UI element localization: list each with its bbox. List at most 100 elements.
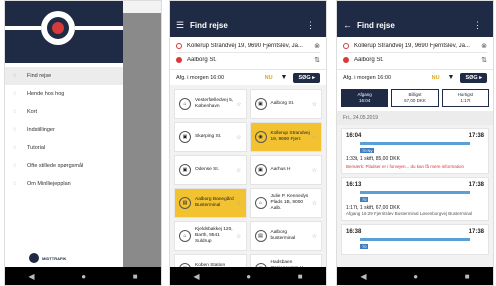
menu-item-label: Kort xyxy=(27,109,38,115)
from-field[interactable]: Kollerup Strandvej 19, 9690 Fjerritslev,… xyxy=(343,39,487,53)
search-button[interactable]: SØG ▸ xyxy=(460,72,487,83)
clear-icon[interactable]: ⊗ xyxy=(481,42,487,50)
search-options: Afg. i morgen 16:00 NU ▼ SØG ▸ xyxy=(170,69,326,85)
menu-item-recent[interactable]: ◌ Hende hos hog xyxy=(5,85,123,103)
recent-apps-icon[interactable]: ■ xyxy=(133,272,138,281)
menu-item-label: Find rejse xyxy=(27,73,52,79)
from-value: Kollerup Strandvej 19, 9690 Fjerritslev,… xyxy=(354,42,470,49)
to-field[interactable]: Aalborg St. ⇅ xyxy=(343,53,487,67)
favorite-tile[interactable]: ▣ Aarhus H ☆ xyxy=(249,155,322,185)
clear-icon[interactable]: ⊗ xyxy=(314,42,320,50)
arrival-time: 17:38 xyxy=(468,182,484,188)
filter-icon[interactable]: ▼ xyxy=(281,74,288,81)
to-value: Aalborg St. xyxy=(354,57,384,63)
home-icon[interactable]: ● xyxy=(81,272,86,281)
favorite-label: Skørping St. xyxy=(195,134,222,139)
trip-card[interactable]: 16:13 17:38 70 1:17t, 1 skift, 67,00 DKK Afg… xyxy=(341,177,489,221)
bus-icon: ▤ xyxy=(179,197,191,209)
trip-timeline-bar xyxy=(360,191,470,194)
home-icon[interactable]: ● xyxy=(246,272,251,281)
back-icon[interactable]: ◀ xyxy=(193,272,199,281)
now-button[interactable]: NU xyxy=(432,75,440,81)
menu-item-faq[interactable]: ◌ Ofte stillede spørgsmål xyxy=(5,157,123,175)
brand-footer: MIDTTRAFIK xyxy=(29,253,66,263)
app-bar: ☰ Find rejse ⋮ xyxy=(170,13,326,37)
back-arrow-icon[interactable]: ← xyxy=(343,20,357,30)
recent-apps-icon[interactable]: ■ xyxy=(298,272,303,281)
pin-icon: ◉ xyxy=(254,131,267,143)
back-icon[interactable]: ◀ xyxy=(28,272,34,281)
star-icon[interactable]: ☆ xyxy=(236,233,241,240)
favorite-label: Aalborg Banegård Busterminal xyxy=(195,197,234,208)
swap-icon[interactable]: ⇅ xyxy=(314,56,320,64)
swap-icon[interactable]: ⇅ xyxy=(481,56,487,64)
trip-timeline-bar xyxy=(360,238,470,241)
favorite-tile[interactable]: ◉ Kollerup Strandvej 19, 9690 Fjerr. ☆ xyxy=(249,122,322,152)
android-navbar: ◀ ● ■ xyxy=(170,267,326,285)
favorite-tile[interactable]: ⌂ Vesterfælledvej 5, København ☆ xyxy=(174,89,247,119)
search-button[interactable]: SØG ▸ xyxy=(293,72,320,83)
menu-item-tutorial[interactable]: ◌ Tutorial xyxy=(5,139,123,157)
star-icon[interactable]: ☆ xyxy=(312,134,317,141)
to-field[interactable]: Aalborg St. ⇅ xyxy=(176,53,320,67)
trip-timeline-bar xyxy=(360,142,470,145)
back-icon[interactable]: ◀ xyxy=(360,272,366,281)
tab-fastest[interactable]: Hurtigst 1:17t xyxy=(441,89,489,107)
favorite-tile[interactable]: ▣ Aalborg St. ☆ xyxy=(249,89,322,119)
tab-cheapest[interactable]: Billigst 67,00 DKK xyxy=(391,89,439,107)
favorites-grid: ⌂ Vesterfælledvej 5, København ☆ ▣ Aalborg S… xyxy=(170,85,326,285)
trip-notice[interactable]: Bemærk: Pladser er i forvejen... du kan … xyxy=(346,164,484,169)
menu-item-find-rejse[interactable]: ◌ Find rejse xyxy=(5,67,123,85)
bus-icon: ▤ xyxy=(254,230,267,242)
destination-icon xyxy=(176,57,182,63)
departure-time: 16:04 xyxy=(346,133,362,139)
status-bar xyxy=(337,1,493,13)
menu-item-about[interactable]: ◌ Om Minlliejepplan xyxy=(5,175,123,193)
star-icon[interactable]: ☆ xyxy=(312,101,317,108)
favorite-tile[interactable]: ⌂ Julie P. Kennedys Plads 1B, 9000 Aalb. ☆ xyxy=(249,188,322,218)
star-icon[interactable]: ☆ xyxy=(236,200,241,207)
star-icon[interactable]: ☆ xyxy=(236,134,241,141)
home-icon[interactable]: ● xyxy=(413,272,418,281)
favorite-tile[interactable]: ⌂ Kjeldsbakkej 120, Barth, 9541 Suldrup ☆ xyxy=(174,221,247,251)
more-icon[interactable]: ⋮ xyxy=(473,20,487,31)
filter-icon[interactable]: ▼ xyxy=(448,74,455,81)
app-bar: ← Find rejse ⋮ xyxy=(337,13,493,37)
time-selector[interactable]: Afg. i morgen 16:00 xyxy=(343,75,432,81)
menu-item-settings[interactable]: ◌ Indstillinger xyxy=(5,121,123,139)
logo-stripe-left xyxy=(5,26,41,30)
trip-card[interactable]: 16:04 17:38 70 Ny 1:33t, 1 skift, 85,00 DKK… xyxy=(341,128,489,174)
favorite-label: Kjeldsbakkej 120, Barth, 9541 Suldrup xyxy=(195,227,233,244)
question-icon: ◌ xyxy=(13,163,17,169)
tab-departure[interactable]: Afgang 16:04 xyxy=(341,89,389,107)
brand-name: MIDTTRAFIK xyxy=(42,255,67,261)
from-field[interactable]: Kollerup Strandvej 19, 9690 Fjerritslev,… xyxy=(176,39,320,53)
route-inputs: Kollerup Strandvej 19, 9690 Fjerritslev,… xyxy=(170,37,326,69)
info-icon: ◌ xyxy=(13,181,17,187)
favorite-tile[interactable]: ▣ Odense St. ☆ xyxy=(174,155,247,185)
favorite-tile[interactable]: ▣ Skørping St. ☆ xyxy=(174,122,247,152)
favorite-tile[interactable]: ▤ Aalborg Banegård Busterminal ☆ xyxy=(174,188,247,218)
train-icon: ▣ xyxy=(254,164,267,176)
app-logo xyxy=(41,11,75,45)
status-bar xyxy=(170,1,326,13)
more-icon[interactable]: ⋮ xyxy=(306,20,320,31)
menu-item-label: Tutorial xyxy=(27,145,46,151)
star-icon[interactable]: ☆ xyxy=(236,167,241,174)
favorite-tile[interactable]: ▤ Aalborg busterminal ☆ xyxy=(249,221,322,251)
star-icon[interactable]: ☆ xyxy=(312,200,317,207)
favorite-label: Aalborg St. xyxy=(270,101,295,106)
trip-card[interactable]: 16:38 17:38 70 xyxy=(341,224,489,255)
drawer-header xyxy=(5,1,123,63)
time-selector[interactable]: Afg. i morgen 16:00 xyxy=(176,75,265,81)
arrival-time: 17:38 xyxy=(468,133,484,139)
menu-item-map[interactable]: ◌ Kort xyxy=(5,103,123,121)
now-button[interactable]: NU xyxy=(265,75,273,81)
menu-icon[interactable]: ☰ xyxy=(176,20,190,31)
star-icon[interactable]: ☆ xyxy=(312,233,317,240)
star-icon[interactable]: ☆ xyxy=(236,101,241,108)
recent-apps-icon[interactable]: ■ xyxy=(465,272,470,281)
settings-icon: ◌ xyxy=(13,127,17,133)
star-icon[interactable]: ☆ xyxy=(312,167,317,174)
favorite-label: Aarhus H xyxy=(270,167,291,172)
